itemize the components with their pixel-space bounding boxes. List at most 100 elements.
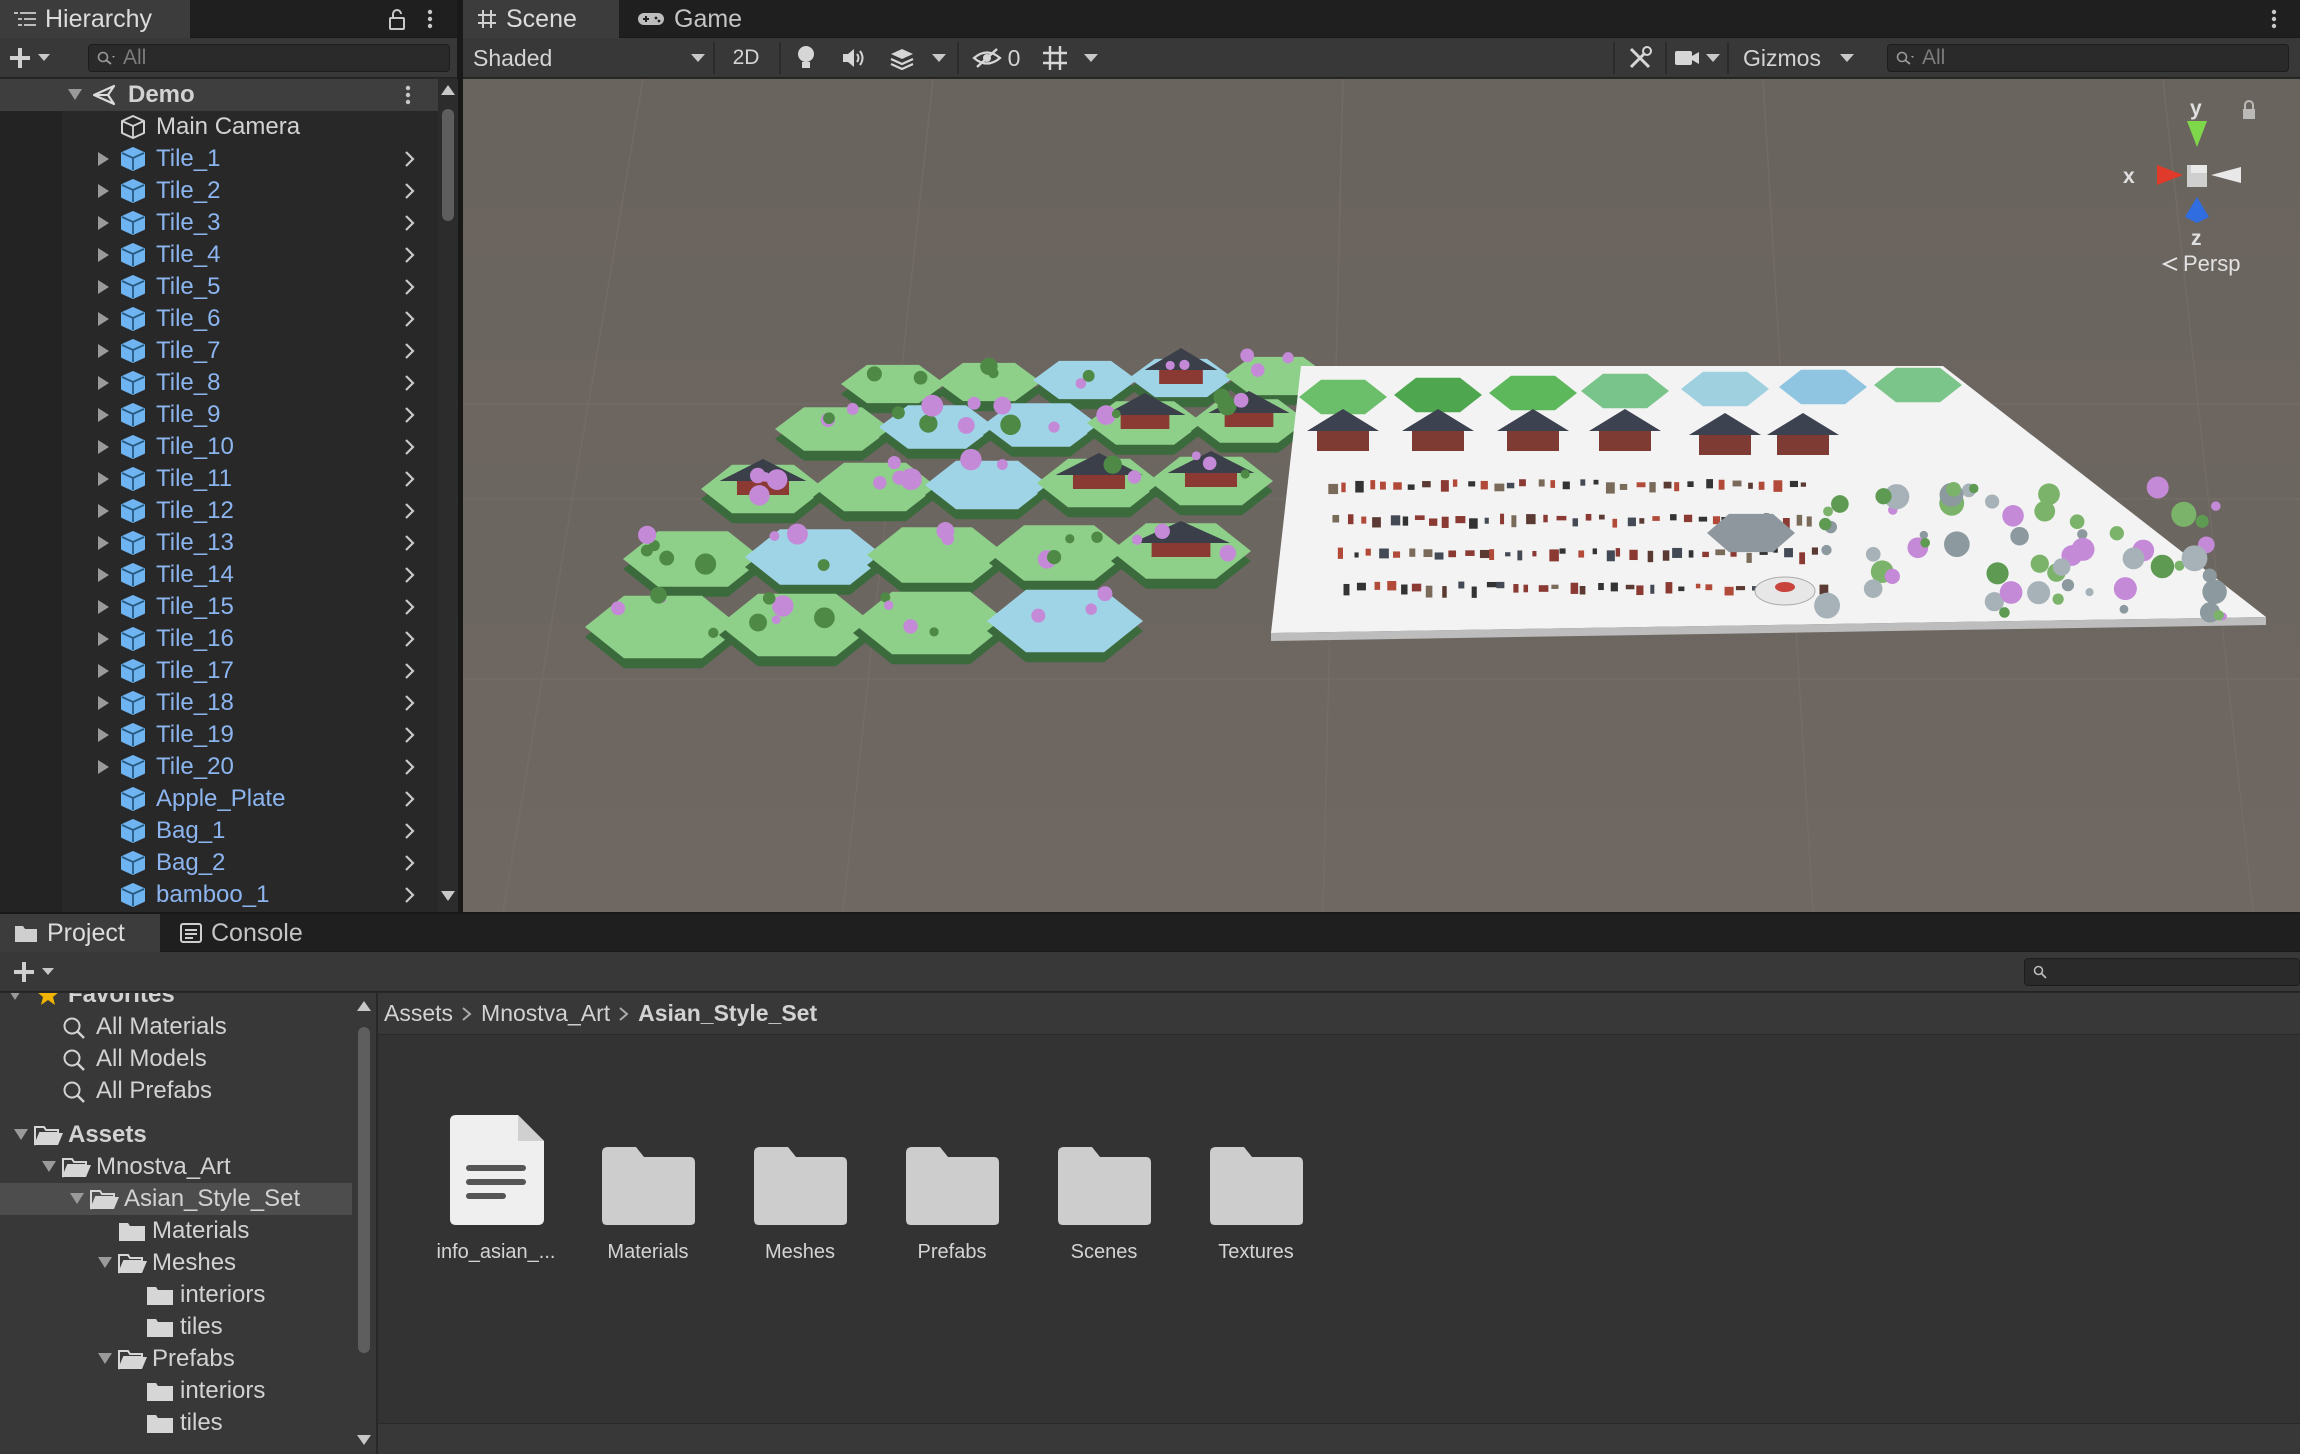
scroll-up-icon[interactable] (357, 1001, 371, 1011)
chevron-right-icon[interactable] (404, 757, 416, 777)
expand-triangle-icon[interactable] (98, 152, 109, 166)
asset-document[interactable]: info_asian_... (426, 1113, 566, 1264)
hierarchy-item[interactable]: Tile_5 (0, 271, 440, 303)
expand-triangle-icon[interactable] (98, 632, 109, 646)
tab-hierarchy[interactable]: Hierarchy (0, 0, 190, 38)
project-tree-item[interactable]: Meshes (0, 1247, 360, 1279)
expand-triangle-icon[interactable] (42, 1161, 56, 1173)
chevron-right-icon[interactable] (404, 213, 416, 233)
hierarchy-search-input[interactable]: All (88, 44, 450, 72)
hierarchy-item[interactable]: Bag_1 (0, 815, 440, 847)
tab-scene[interactable]: Scene (463, 0, 619, 38)
effects-dropdown[interactable] (927, 43, 951, 73)
hierarchy-item[interactable]: Tile_19 (0, 719, 440, 751)
chevron-right-icon[interactable] (404, 341, 416, 361)
favorite-item[interactable]: All Materials (0, 1011, 360, 1043)
chevron-right-icon[interactable] (404, 405, 416, 425)
expand-triangle-icon[interactable] (14, 1129, 28, 1141)
expand-triangle-icon[interactable] (98, 248, 109, 262)
hierarchy-item[interactable]: Tile_18 (0, 687, 440, 719)
chevron-right-icon[interactable] (404, 597, 416, 617)
gizmos-dropdown[interactable] (1833, 43, 1861, 73)
lock-icon[interactable] (388, 8, 406, 30)
asset-folder[interactable]: Meshes (730, 1143, 870, 1264)
expand-triangle-icon[interactable] (98, 312, 109, 326)
chevron-right-icon[interactable] (404, 821, 416, 841)
create-dropdown[interactable] (8, 44, 64, 72)
chevron-right-icon[interactable] (404, 309, 416, 329)
chevron-right-icon[interactable] (404, 181, 416, 201)
hierarchy-item[interactable]: Main Camera (0, 111, 440, 143)
project-search-input[interactable] (2024, 958, 2300, 986)
camera-settings-dropdown[interactable] (1671, 43, 1723, 73)
project-tree-item[interactable]: Materials (0, 1215, 360, 1247)
expand-triangle-icon[interactable] (68, 89, 82, 101)
chevron-right-icon[interactable] (404, 565, 416, 585)
favorites-header[interactable]: Favorites (0, 993, 360, 1011)
hierarchy-item[interactable]: Tile_16 (0, 623, 440, 655)
scrollbar-thumb[interactable] (442, 109, 454, 221)
expand-triangle-icon[interactable] (98, 568, 109, 582)
toggle-2d-button[interactable]: 2D (719, 43, 773, 73)
orientation-gizmo[interactable]: y x z Persp (2111, 87, 2291, 287)
expand-triangle-icon[interactable] (98, 696, 109, 710)
lighting-toggle[interactable] (785, 43, 827, 73)
tree-scrollbar[interactable] (352, 993, 376, 1454)
hierarchy-item[interactable]: Tile_8 (0, 367, 440, 399)
chevron-right-icon[interactable] (404, 501, 416, 521)
asset-folder[interactable]: Prefabs (882, 1143, 1022, 1264)
hierarchy-item[interactable]: Apple_Plate (0, 783, 440, 815)
shading-mode-dropdown[interactable]: Shaded (469, 43, 709, 73)
hierarchy-item[interactable]: Tile_20 (0, 751, 440, 783)
asset-folder[interactable]: Textures (1186, 1143, 1326, 1264)
hierarchy-item[interactable]: Bag_2 (0, 847, 440, 879)
hierarchy-item[interactable]: Tile_11 (0, 463, 440, 495)
expand-triangle-icon[interactable] (98, 280, 109, 294)
chevron-right-icon[interactable] (404, 533, 416, 553)
chevron-right-icon[interactable] (404, 661, 416, 681)
expand-triangle-icon[interactable] (98, 472, 109, 486)
asset-folder[interactable]: Materials (578, 1143, 718, 1264)
hierarchy-item[interactable]: Tile_17 (0, 655, 440, 687)
hierarchy-item[interactable]: Tile_7 (0, 335, 440, 367)
create-asset-dropdown[interactable] (12, 958, 68, 986)
breadcrumb-assets[interactable]: Assets (384, 1000, 453, 1027)
effects-toggle[interactable] (881, 43, 923, 73)
hierarchy-item[interactable]: Tile_3 (0, 207, 440, 239)
favorite-item[interactable]: All Prefabs (0, 1075, 360, 1107)
grid-dropdown[interactable] (1079, 43, 1103, 73)
scroll-down-icon[interactable] (357, 1435, 371, 1445)
hierarchy-item[interactable]: Tile_9 (0, 399, 440, 431)
hierarchy-item[interactable]: Tile_6 (0, 303, 440, 335)
chevron-right-icon[interactable] (404, 853, 416, 873)
hierarchy-item[interactable]: Tile_1 (0, 143, 440, 175)
expand-triangle-icon[interactable] (98, 504, 109, 518)
projection-toggle[interactable]: Persp (2161, 251, 2240, 277)
expand-triangle-icon[interactable] (98, 536, 109, 550)
expand-triangle-icon[interactable] (70, 1193, 84, 1205)
expand-triangle-icon[interactable] (98, 600, 109, 614)
project-tree-item[interactable]: Prefabs (0, 1343, 360, 1375)
chevron-right-icon[interactable] (404, 725, 416, 745)
more-vert-icon[interactable] (426, 8, 434, 30)
project-tree-item[interactable]: Asian_Style_Set (0, 1183, 360, 1215)
more-vert-icon[interactable] (404, 84, 412, 106)
expand-triangle-icon[interactable] (98, 760, 109, 774)
hierarchy-scrollbar[interactable] (438, 79, 458, 912)
chevron-right-icon[interactable] (404, 469, 416, 489)
expand-triangle-icon[interactable] (98, 408, 109, 422)
hierarchy-item[interactable]: bamboo_1 (0, 879, 440, 911)
expand-triangle-icon[interactable] (98, 216, 109, 230)
chevron-right-icon[interactable] (404, 885, 416, 905)
expand-triangle-icon[interactable] (98, 1353, 112, 1365)
tab-game[interactable]: Game (623, 0, 763, 38)
hierarchy-item[interactable]: Tile_4 (0, 239, 440, 271)
more-vert-icon[interactable] (2270, 8, 2278, 30)
expand-triangle-icon[interactable] (98, 728, 109, 742)
project-tree-item[interactable]: interiors (0, 1375, 360, 1407)
hierarchy-item[interactable]: Tile_13 (0, 527, 440, 559)
tab-project[interactable]: Project (0, 914, 160, 952)
tools-toggle[interactable] (1619, 43, 1661, 73)
favorite-item[interactable]: All Models (0, 1043, 360, 1075)
scroll-up-icon[interactable] (441, 85, 455, 95)
